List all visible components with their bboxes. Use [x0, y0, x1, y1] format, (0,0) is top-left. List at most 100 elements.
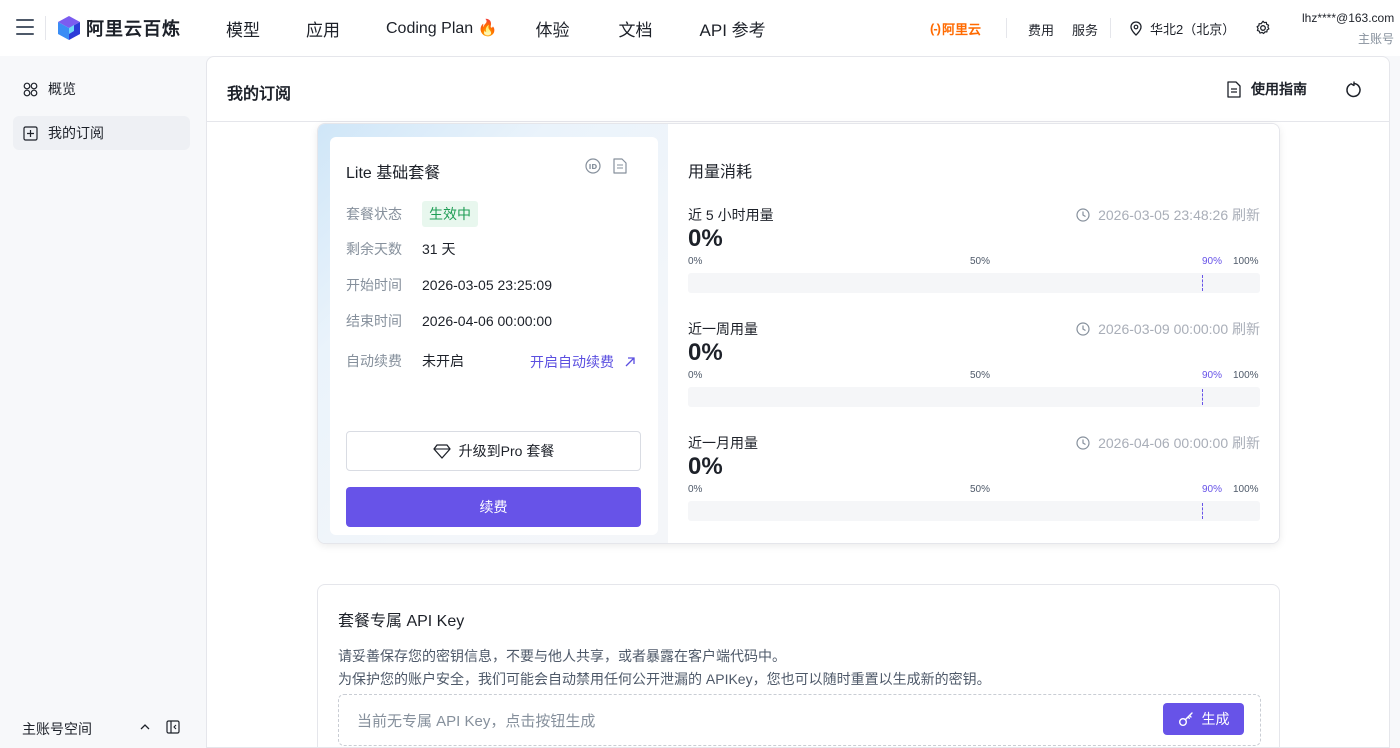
threshold-marker [1202, 389, 1203, 405]
clock-icon [1076, 322, 1090, 336]
tick-50: 50% [970, 484, 991, 495]
document-icon [1227, 80, 1241, 98]
plan-status-row: 套餐状态 生效中 [346, 201, 478, 227]
overview-icon [23, 82, 38, 96]
plan-actions: ID [585, 158, 627, 174]
aliyun-bracket-icon: (-) [930, 20, 941, 36]
refresh-time: 2026-04-06 00:00:00 刷新 [1076, 433, 1260, 453]
fee-link[interactable]: 费用 [1028, 20, 1054, 39]
usage-percent: 0% [688, 225, 723, 252]
upgrade-pro-label: 升级到Pro 套餐 [458, 443, 555, 459]
usage-progress-bar [688, 387, 1260, 407]
sidebar-item-subscription[interactable]: 我的订阅 [13, 116, 190, 150]
bailian-logo-icon [58, 16, 80, 40]
auto-renew-value: 未开启 [422, 353, 464, 369]
user-email[interactable]: lhz****@163.com [1302, 11, 1394, 25]
tick-0: 0% [688, 370, 703, 381]
sidebar: 概览 我的订阅 主账号空间 [0, 56, 204, 748]
usage-5h-block: 近 5 小时用量 2026-03-05 23:48:26 刷新 0% 0% 50… [688, 205, 1260, 315]
enable-auto-renew-link[interactable]: 开启自动续费 [530, 352, 636, 372]
plan-status-label: 套餐状态 [346, 206, 402, 222]
upgrade-pro-button[interactable]: 升级到Pro 套餐 [346, 431, 641, 471]
nav-item-experience[interactable]: 体验 [520, 16, 586, 41]
tick-100: 100% [1233, 484, 1259, 495]
tick-0: 0% [688, 256, 703, 267]
auto-renew-label: 自动续费 [346, 353, 402, 369]
subscription-card: Lite 基础套餐 ID 套餐状态 生效中 剩余天数 31 天 开始时间 202… [317, 123, 1280, 544]
api-key-description: 请妥善保存您的密钥信息，不要与他人共享，或者暴露在客户端代码中。 [338, 648, 786, 664]
generate-key-button[interactable]: 生成 [1163, 703, 1244, 735]
key-icon [1178, 712, 1193, 726]
usage-progress-bar [688, 501, 1260, 521]
brand-logo[interactable]: 阿里云百炼 [58, 15, 181, 41]
service-link[interactable]: 服务 [1072, 20, 1098, 39]
start-time-value: 2026-03-05 23:25:09 [422, 277, 552, 293]
workspace-label[interactable]: 主账号空间 [22, 719, 92, 739]
usage-guide-label: 使用指南 [1251, 81, 1307, 97]
subscription-icon [23, 125, 38, 141]
api-key-card: 套餐专属 API Key 请妥善保存您的密钥信息，不要与他人共享，或者暴露在客户… [317, 584, 1280, 747]
nav-item-models[interactable]: 模型 [210, 16, 276, 41]
renew-button[interactable]: 续费 [346, 487, 641, 527]
usage-week-block: 近一周用量 2026-03-09 00:00:00 刷新 0% 0% 50% 9… [688, 319, 1260, 429]
tick-90: 90% [1202, 256, 1223, 267]
threshold-marker [1202, 275, 1203, 291]
sidebar-item-overview[interactable]: 概览 [13, 72, 190, 106]
nav-item-api-ref[interactable]: API 参考 [684, 16, 782, 41]
page-title: 我的订阅 [227, 86, 292, 103]
menu-icon[interactable] [16, 19, 34, 37]
region-selector[interactable]: 华北2（北京） [1130, 19, 1235, 38]
usage-progress-bar [688, 273, 1260, 293]
clock-icon [1076, 436, 1090, 450]
nav-item-docs[interactable]: 文档 [603, 16, 669, 41]
plan-panel: Lite 基础套餐 ID 套餐状态 生效中 剩余天数 31 天 开始时间 202… [318, 124, 668, 543]
usage-month-block: 近一月用量 2026-04-06 00:00:00 刷新 0% 0% 50% 9… [688, 433, 1260, 543]
id-icon[interactable]: ID [585, 158, 601, 174]
tick-100: 100% [1233, 370, 1259, 381]
usage-guide-link[interactable]: 使用指南 [1227, 79, 1307, 99]
sidebar-item-label: 我的订阅 [48, 125, 104, 141]
divider [45, 16, 46, 40]
start-time-label: 开始时间 [346, 277, 402, 293]
plan-title: Lite 基础套餐 [346, 165, 441, 182]
gear-icon[interactable] [1255, 20, 1271, 36]
external-arrow-icon [625, 357, 635, 367]
api-key-description: 为保护您的账户安全，我们可能会自动禁用任何公开泄漏的 APIKey，您也可以随时… [338, 671, 991, 687]
page-header: 我的订阅 使用指南 [207, 57, 1389, 122]
usage-panel: 用量消耗 近 5 小时用量 2026-03-05 23:48:26 刷新 0% … [668, 124, 1279, 543]
clock-icon [1076, 208, 1090, 222]
aliyun-logo[interactable]: (-) 阿里云 [930, 0, 981, 56]
chevron-up-icon[interactable] [140, 723, 150, 731]
threshold-marker [1202, 503, 1203, 519]
nav-item-apps[interactable]: 应用 [290, 16, 356, 41]
end-time-value: 2026-04-06 00:00:00 [422, 313, 552, 329]
tick-50: 50% [970, 256, 991, 267]
usage-label: 近 5 小时用量 [688, 207, 774, 223]
enable-auto-renew-label: 开启自动续费 [530, 354, 614, 370]
usage-label: 近一月用量 [688, 435, 758, 451]
plan-start-row: 开始时间 2026-03-05 23:25:09 [346, 275, 552, 295]
api-key-placeholder: 当前无专属 API Key，点击按钮生成 [357, 713, 596, 730]
top-navbar: 阿里云百炼 模型 应用 Coding Plan 🔥 体验 文档 API 参考 (… [0, 0, 1400, 56]
nav-item-coding-plan[interactable]: Coding Plan 🔥 [370, 18, 514, 38]
remaining-days-value: 31 天 [422, 241, 456, 257]
sidebar-item-label: 概览 [48, 81, 76, 97]
divider [1006, 18, 1007, 38]
sidebar-bottom-controls [140, 720, 180, 734]
end-time-label: 结束时间 [346, 313, 402, 329]
refresh-icon[interactable] [1345, 81, 1363, 99]
document-icon[interactable] [613, 158, 627, 174]
usage-percent: 0% [688, 339, 723, 366]
usage-percent: 0% [688, 453, 723, 480]
plan-info-card: Lite 基础套餐 ID 套餐状态 生效中 剩余天数 31 天 开始时间 202… [330, 137, 658, 535]
user-role: 主账号 [1358, 32, 1395, 46]
refresh-time-label: 2026-04-06 00:00:00 刷新 [1098, 435, 1260, 451]
tick-50: 50% [970, 370, 991, 381]
plan-days-row: 剩余天数 31 天 [346, 239, 455, 259]
refresh-time: 2026-03-09 00:00:00 刷新 [1076, 319, 1260, 339]
api-key-box: 当前无专属 API Key，点击按钮生成 生成 [338, 694, 1261, 746]
auto-renew-row: 自动续费 未开启 [346, 351, 464, 371]
refresh-time-label: 2026-03-05 23:48:26 刷新 [1098, 207, 1260, 223]
collapse-sidebar-icon[interactable] [166, 720, 180, 734]
tick-90: 90% [1202, 484, 1223, 495]
